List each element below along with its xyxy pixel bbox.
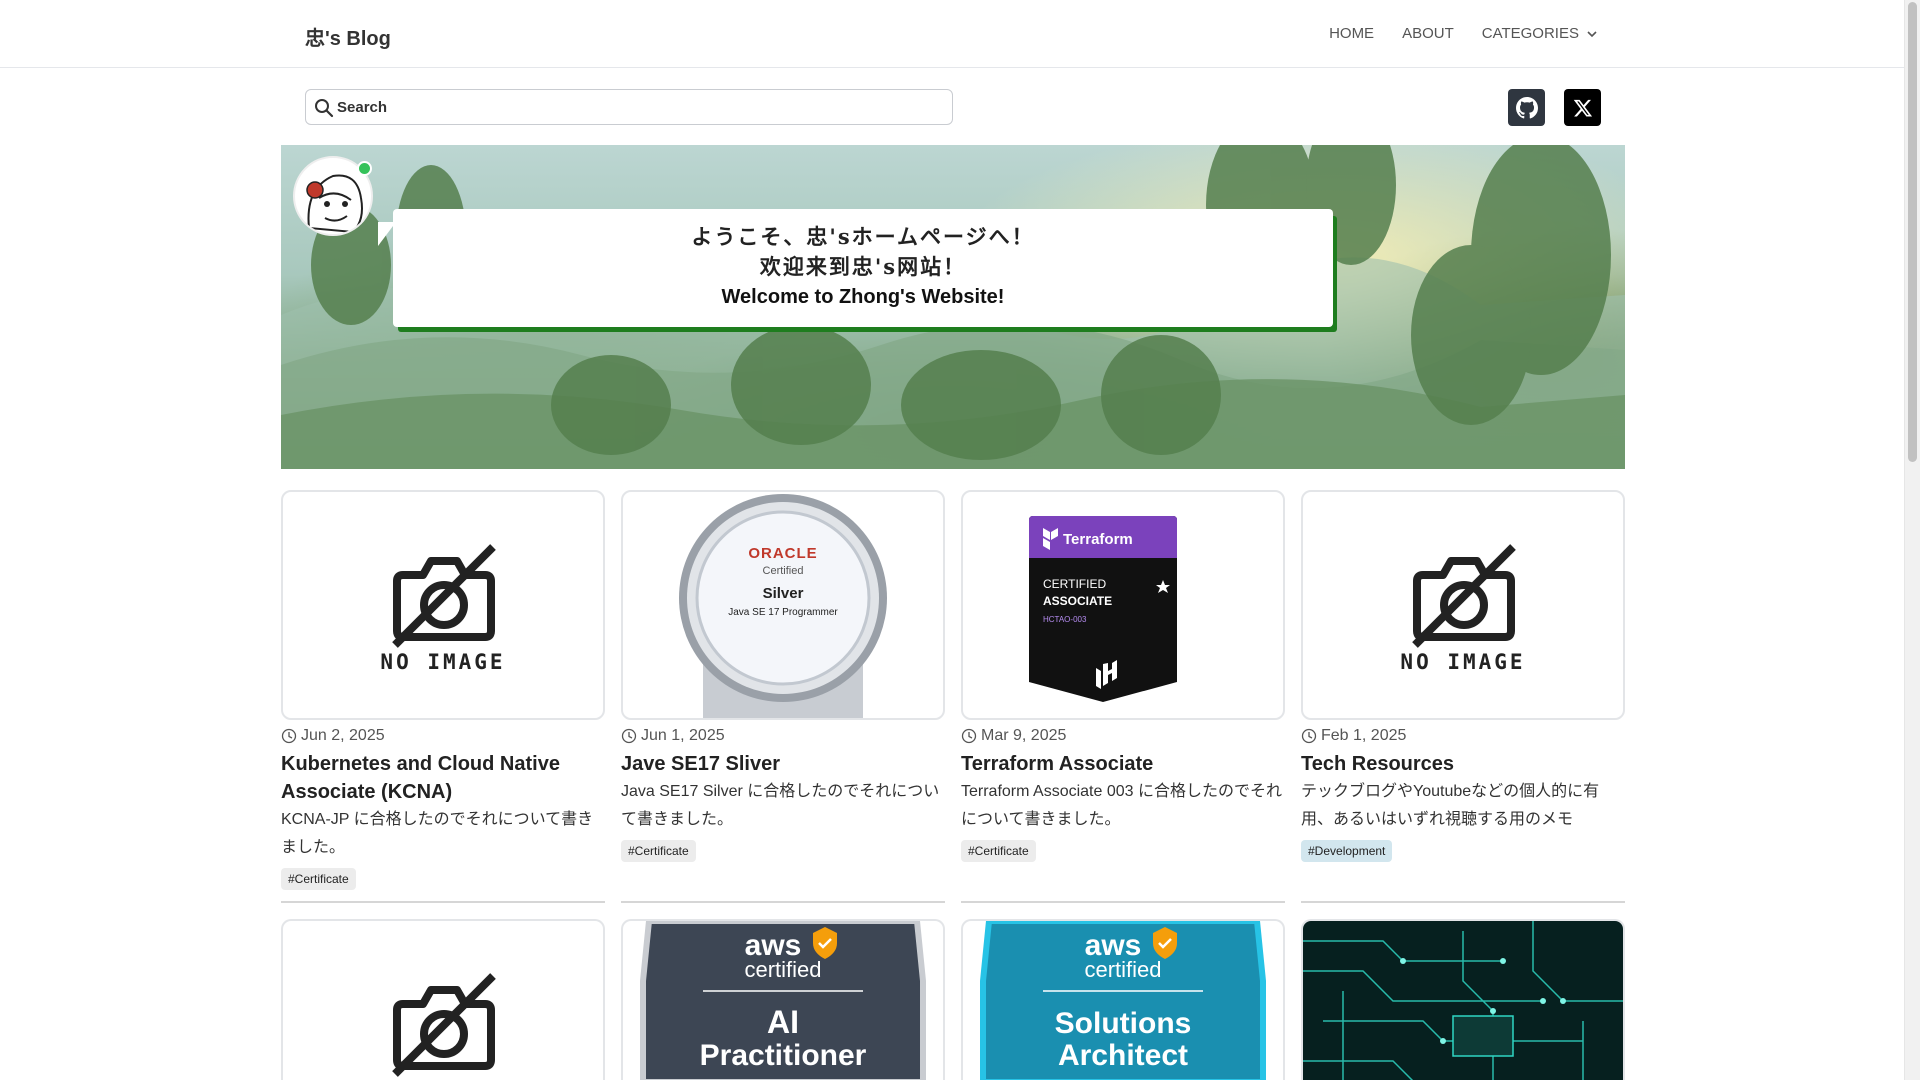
post-description: Terraform Associate 003 に合格したのでそれについて書きま…	[961, 783, 1282, 828]
nav-links: HOME ABOUT CATEGORIES	[1329, 25, 1597, 42]
top-navbar: 忠's Blog HOME ABOUT CATEGORIES	[0, 0, 1904, 68]
terraform-badge-image: Terraform CERTIFIED ASSOCIATE HCTAO-003	[1029, 516, 1177, 702]
post-thumbnail[interactable]: aws certified Solutions Architect	[961, 919, 1285, 1080]
post-description: KCNA-JP に合格したのでそれについて書きました。	[281, 811, 594, 856]
no-image-placeholder	[392, 973, 496, 1077]
search-box	[305, 89, 953, 125]
no-image-label: NO IMAGE	[1400, 650, 1525, 674]
post-thumbnail[interactable]: NO IMAGE	[1301, 490, 1625, 720]
terraform-code: HCTAO-003	[1043, 615, 1087, 624]
aws-ai-line2: Practitioner	[700, 1039, 867, 1072]
clock-icon	[621, 728, 637, 744]
nav-categories-label: CATEGORIES	[1481, 25, 1579, 42]
x-icon	[1573, 99, 1592, 116]
post-thumbnail[interactable]: aws certified AI Practitioner	[621, 919, 945, 1080]
post-tag[interactable]: #Development	[1301, 840, 1393, 862]
post-card[interactable]: ORACLE Certified Silver Java SE 17 Progr…	[621, 490, 945, 862]
post-date: Feb 1, 2025	[1301, 726, 1625, 746]
terraform-brand: Terraform	[1063, 531, 1133, 548]
oracle-brand: ORACLE	[748, 545, 817, 562]
aws-sa-line1: Solutions	[1055, 1007, 1192, 1040]
post-date-text: Feb 1, 2025	[1321, 727, 1407, 744]
post-date-text: Jun 2, 2025	[301, 727, 385, 744]
terraform-line2: ASSOCIATE	[1043, 594, 1112, 608]
aws-ai-line1: AI	[767, 1004, 799, 1040]
aws-ai-sub: certified	[744, 957, 821, 982]
greeting-english: Welcome to Zhong's Website!	[721, 286, 1005, 308]
nav-about[interactable]: ABOUT	[1402, 25, 1454, 42]
speech-bubble: ようこそ、忠'sホームページへ！ 欢迎来到忠's网站！ Welcome to Z…	[393, 209, 1333, 327]
oracle-sub: Certified	[763, 565, 804, 577]
post-thumbnail[interactable]: ORACLE Certified Silver Java SE 17 Progr…	[621, 490, 945, 720]
greeting-japanese: ようこそ、忠'sホームページへ！	[691, 224, 1035, 249]
post-title[interactable]: Terraform Associate	[961, 750, 1285, 778]
post-card[interactable]: NO IMAGE Jun 2, 2025 Kubernetes and Clou…	[281, 490, 605, 890]
x-button[interactable]	[1564, 89, 1601, 126]
post-tag[interactable]: #Certificate	[621, 840, 696, 862]
aws-sa-line2: Architect	[1058, 1039, 1188, 1072]
clock-icon	[961, 728, 977, 744]
oracle-badge-image: ORACLE Certified Silver Java SE 17 Progr…	[679, 494, 887, 718]
post-card[interactable]: Terraform CERTIFIED ASSOCIATE HCTAO-003 …	[961, 490, 1285, 862]
terraform-line1: CERTIFIED	[1043, 577, 1106, 591]
aws-sa-badge-image: aws certified Solutions Architect	[980, 921, 1266, 1080]
post-card[interactable]: NO IMAGE Feb 1, 2025 Tech Resources テックブ…	[1301, 490, 1625, 862]
card-divider	[961, 901, 1285, 903]
post-date-text: Mar 9, 2025	[981, 727, 1067, 744]
online-status-dot	[357, 161, 372, 176]
oracle-name: Java SE 17 Programmer	[728, 607, 838, 618]
card-divider	[621, 901, 945, 903]
nav-home[interactable]: HOME	[1329, 25, 1374, 42]
scrollbar-thumb[interactable]	[1908, 2, 1917, 462]
search-icon	[315, 99, 334, 118]
oracle-level: Silver	[763, 585, 804, 602]
post-tag[interactable]: #Certificate	[281, 868, 356, 890]
post-date: Mar 9, 2025	[961, 726, 1285, 746]
no-image-label: NO IMAGE	[380, 650, 505, 674]
post-thumbnail[interactable]	[281, 919, 605, 1080]
post-date-text: Jun 1, 2025	[641, 727, 725, 744]
chevron-down-icon	[1587, 30, 1597, 37]
post-description: Java SE17 Silver に合格したのでそれについて書きました。	[621, 783, 940, 828]
clock-icon	[281, 728, 297, 744]
post-title[interactable]: Kubernetes and Cloud Native Associate (K…	[281, 750, 605, 806]
github-icon	[1515, 96, 1538, 118]
site-brand[interactable]: 忠's Blog	[305, 22, 391, 51]
post-thumbnail[interactable]: NO IMAGE	[281, 490, 605, 720]
post-date: Jun 2, 2025	[281, 726, 605, 746]
post-thumbnail[interactable]	[1301, 919, 1625, 1080]
aws-ai-badge-image: aws certified AI Practitioner	[640, 921, 926, 1080]
clock-icon	[1301, 728, 1317, 744]
post-title[interactable]: Tech Resources	[1301, 750, 1625, 778]
greeting-chinese: 欢迎来到忠's网站！	[759, 254, 967, 279]
no-image-placeholder: NO IMAGE	[1400, 544, 1525, 674]
card-divider	[281, 901, 605, 903]
post-date: Jun 1, 2025	[621, 726, 945, 746]
no-image-placeholder: NO IMAGE	[380, 544, 505, 674]
circuit-board-image	[1303, 921, 1623, 1080]
github-button[interactable]	[1508, 89, 1545, 126]
post-tag[interactable]: #Certificate	[961, 840, 1036, 862]
post-description: テックブログやYoutubeなどの個人的に有用、あるいはいずれ視聴する用のメモ	[1301, 783, 1600, 828]
scrollbar[interactable]	[1904, 0, 1920, 1080]
aws-sa-sub: certified	[1084, 957, 1161, 982]
post-title[interactable]: Jave SE17 Sliver	[621, 750, 945, 778]
post-thumbnail[interactable]: Terraform CERTIFIED ASSOCIATE HCTAO-003	[961, 490, 1285, 720]
card-divider	[1301, 901, 1625, 903]
search-input[interactable]	[337, 92, 937, 122]
nav-categories[interactable]: CATEGORIES	[1482, 25, 1597, 42]
